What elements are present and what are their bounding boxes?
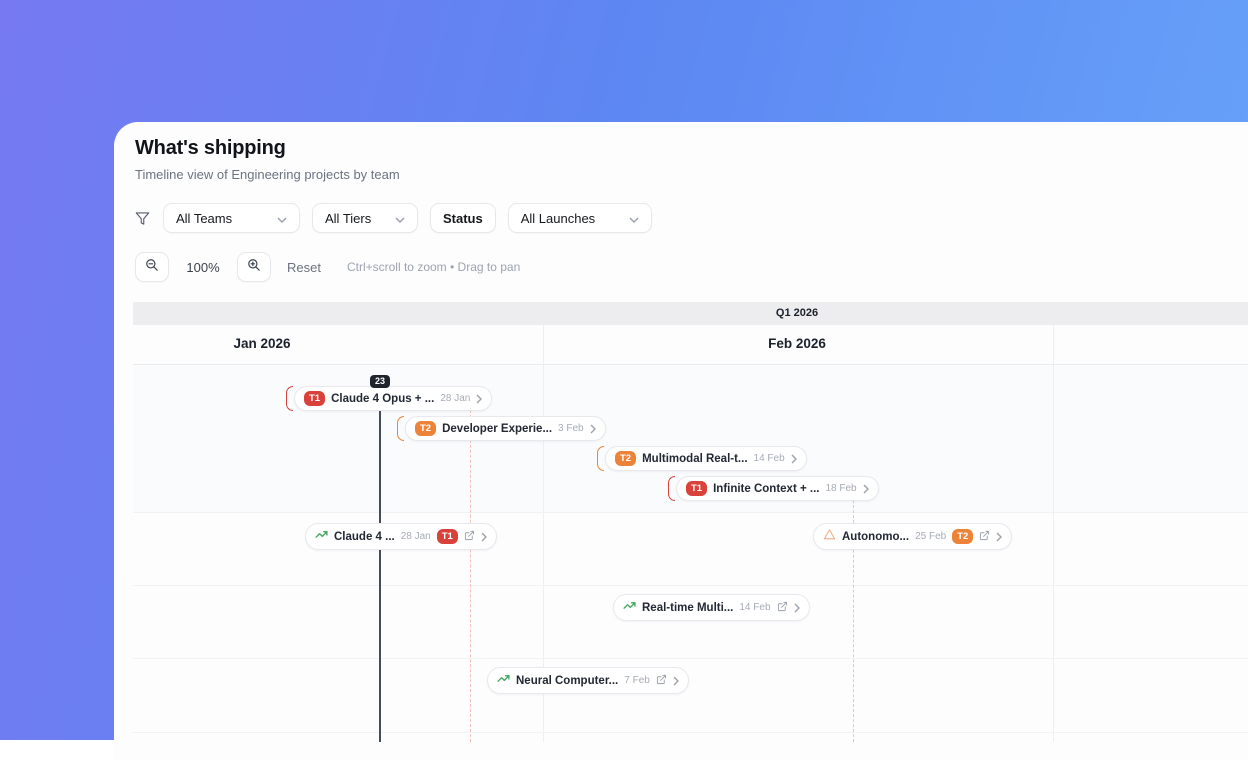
reset-zoom-button[interactable]: Reset [287, 260, 321, 275]
launch-date: 28 Jan [401, 531, 431, 542]
chevron-right-icon [673, 676, 679, 686]
tier-badge: T1 [686, 481, 707, 496]
zoom-out-button[interactable] [135, 252, 169, 282]
project-bar-multimodal-realtime[interactable]: T2 Multimodal Real-t... 14 Feb [597, 446, 807, 471]
tiers-filter-dropdown[interactable]: All Tiers [312, 203, 418, 233]
chevron-right-icon [996, 532, 1002, 542]
page-subtitle: Timeline view of Engineering projects by… [135, 167, 400, 182]
chevron-down-icon [629, 211, 639, 226]
page-title: What's shipping [135, 137, 286, 160]
project-start-bracket [597, 446, 604, 471]
teams-filter-value: All Teams [176, 211, 232, 226]
project-date: 28 Jan [440, 393, 470, 404]
warning-triangle-icon [823, 528, 836, 546]
project-name: Claude 4 Opus + ... [331, 393, 434, 405]
today-marker-badge: 23 [370, 375, 390, 388]
month-label-jan: Jan 2026 [233, 336, 290, 351]
launch-name: Claude 4 ... [334, 531, 395, 543]
chevron-right-icon [476, 394, 482, 404]
magnifier-minus-icon [145, 258, 159, 277]
launch-pill-autonomous[interactable]: Autonomo... 25 Feb T2 [813, 523, 1012, 550]
status-filter-button[interactable]: Status [430, 203, 496, 233]
project-name: Developer Experie... [442, 423, 552, 435]
launches-filter-dropdown[interactable]: All Launches [508, 203, 652, 233]
project-bar-developer-experience[interactable]: T2 Developer Experie... 3 Feb [397, 416, 606, 441]
launch-name: Autonomo... [842, 531, 909, 543]
tier-badge: T1 [304, 391, 325, 406]
launch-pill-realtime-multi[interactable]: Real-time Multi... 14 Feb [613, 594, 810, 621]
filter-icon [135, 211, 150, 226]
month-header-row: Jan 2026 Feb 2026 [133, 325, 1248, 365]
project-start-bracket [668, 476, 675, 501]
row-separator [133, 512, 1248, 513]
launch-date: 7 Feb [624, 675, 650, 686]
chevron-right-icon [794, 603, 800, 613]
tier-badge: T2 [415, 421, 436, 436]
trending-up-icon [497, 672, 510, 690]
timeline-chart[interactable]: Q1 2026 Jan 2026 Feb 2026 23 T1 Claude 4… [133, 302, 1248, 742]
row-separator [133, 732, 1248, 733]
external-link-icon [777, 599, 788, 617]
project-start-bracket [286, 386, 293, 411]
external-link-icon [464, 528, 475, 546]
launches-filter-value: All Launches [521, 211, 595, 226]
chevron-down-icon [277, 211, 287, 226]
chevron-right-icon [481, 532, 487, 542]
tier-badge: T1 [437, 529, 458, 544]
project-start-bracket [397, 416, 404, 441]
project-date: 18 Feb [825, 483, 856, 494]
row-separator [133, 585, 1248, 586]
chevron-right-icon [791, 454, 797, 464]
external-link-icon [656, 672, 667, 690]
month-gridline [1053, 325, 1054, 742]
tier-badge: T2 [615, 451, 636, 466]
chevron-down-icon [395, 211, 405, 226]
project-name: Infinite Context + ... [713, 483, 819, 495]
month-label-feb: Feb 2026 [768, 336, 826, 351]
launch-connector-line [470, 410, 471, 742]
launch-name: Neural Computer... [516, 675, 618, 687]
external-link-icon [979, 528, 990, 546]
filter-bar: All Teams All Tiers Status All Launches [135, 203, 652, 233]
tier-badge: T2 [952, 529, 973, 544]
launch-pill-claude-4[interactable]: Claude 4 ... 28 Jan T1 [305, 523, 497, 550]
chevron-right-icon [590, 424, 596, 434]
zoom-toolbar: 100% Reset Ctrl+scroll to zoom • Drag to… [135, 252, 520, 282]
quarter-band: Q1 2026 [133, 302, 1248, 325]
project-date: 3 Feb [558, 423, 584, 434]
trending-up-icon [623, 599, 636, 617]
launch-date: 25 Feb [915, 531, 946, 542]
whats-shipping-panel: What's shipping Timeline view of Enginee… [114, 122, 1248, 760]
teams-filter-dropdown[interactable]: All Teams [163, 203, 300, 233]
magnifier-plus-icon [247, 258, 261, 277]
project-bar-claude-4-opus[interactable]: T1 Claude 4 Opus + ... 28 Jan [286, 386, 492, 411]
launch-name: Real-time Multi... [642, 602, 733, 614]
zoom-level-value: 100% [185, 260, 221, 275]
project-name: Multimodal Real-t... [642, 453, 747, 465]
zoom-in-button[interactable] [237, 252, 271, 282]
chevron-right-icon [863, 484, 869, 494]
today-marker-line [379, 381, 381, 742]
trending-up-icon [315, 528, 328, 546]
status-filter-label: Status [443, 211, 483, 226]
project-bar-infinite-context[interactable]: T1 Infinite Context + ... 18 Feb [668, 476, 879, 501]
tiers-filter-value: All Tiers [325, 211, 371, 226]
project-date: 14 Feb [754, 453, 785, 464]
zoom-hint-text: Ctrl+scroll to zoom • Drag to pan [347, 260, 520, 274]
quarter-label: Q1 2026 [776, 307, 818, 319]
launch-pill-neural-computer[interactable]: Neural Computer... 7 Feb [487, 667, 689, 694]
launch-date: 14 Feb [739, 602, 770, 613]
row-separator [133, 658, 1248, 659]
